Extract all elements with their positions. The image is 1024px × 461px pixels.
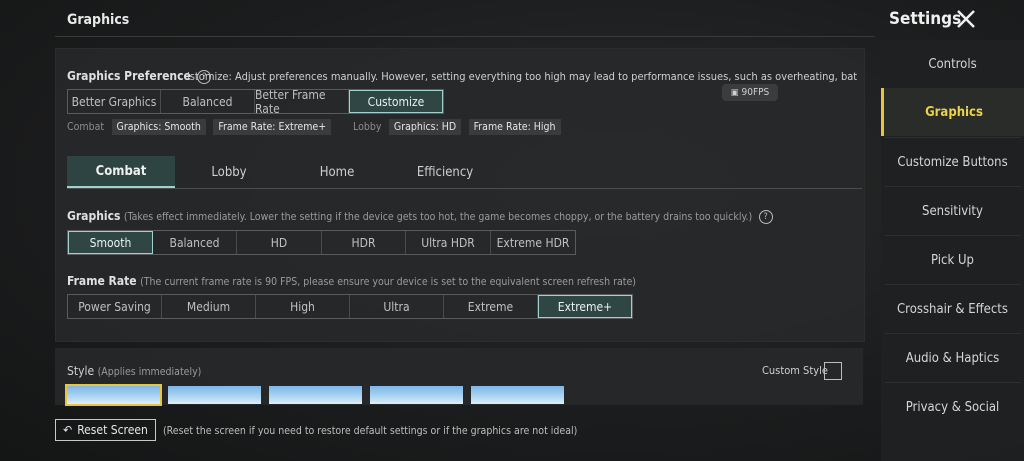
undo-icon: ↶ [63, 423, 73, 437]
graphics-option-hd[interactable]: HD [237, 231, 322, 254]
close-icon[interactable] [955, 8, 977, 30]
custom-style-checkbox[interactable] [824, 362, 842, 380]
preference-selector: Better Graphics Balanced Better Frame Ra… [67, 88, 444, 116]
sidebar-item-customize-buttons[interactable]: Customize Buttons [881, 138, 1024, 186]
frame-rate-description: (The current frame rate is 90 FPS, pleas… [140, 276, 636, 288]
sidebar-item-crosshair-effects[interactable]: Crosshair & Effects [881, 285, 1024, 333]
custom-style-label: Custom Style [762, 364, 828, 377]
graphics-option-smooth[interactable]: Smooth [68, 231, 153, 254]
sidebar-item-controls[interactable]: Controls [881, 40, 1024, 88]
tab-home[interactable]: Home [283, 156, 391, 188]
page-title: Graphics [67, 12, 130, 28]
frame-rate-option-extreme[interactable]: Extreme [444, 295, 538, 318]
preference-description: istomize: Adjust preferences manually. H… [187, 70, 857, 83]
reset-description: (Reset the screen if you need to restore… [163, 425, 578, 437]
graphics-option-extreme-hdr[interactable]: Extreme HDR [491, 231, 575, 254]
frame-rate-option-power-saving[interactable]: Power Saving [68, 295, 162, 318]
preference-label: Graphics Preference [67, 69, 191, 83]
fps-badge: ▣ 90FPS [722, 84, 779, 101]
title-divider [55, 36, 875, 37]
lobby-framerate-chip: Frame Rate: High [468, 119, 561, 135]
frame-rate-option-medium[interactable]: Medium [162, 295, 256, 318]
graphics-option-hdr[interactable]: HDR [322, 231, 406, 254]
combat-summary-label: Combat [67, 121, 105, 133]
tab-combat[interactable]: Combat [67, 156, 175, 188]
style-label: Style [67, 364, 95, 378]
settings-sidebar: Controls Graphics Customize Buttons Sens… [881, 40, 1024, 461]
reset-screen-label: Reset Screen [77, 423, 148, 437]
sidebar-item-pick-up[interactable]: Pick Up [881, 236, 1024, 284]
graphics-option-balanced[interactable]: Balanced [153, 231, 237, 254]
style-thumbnail[interactable] [471, 386, 564, 404]
frame-rate-option-extreme-plus[interactable]: Extreme+ [538, 295, 632, 318]
graphics-label-row: Graphics (Takes effect immediately. Lowe… [67, 209, 776, 224]
sidebar-item-graphics[interactable]: Graphics [881, 88, 1024, 136]
style-thumbnail[interactable] [269, 386, 362, 404]
combat-graphics-chip: Graphics: Smooth [111, 119, 206, 135]
style-thumbnail[interactable] [370, 386, 463, 404]
style-thumbnail[interactable] [168, 386, 261, 404]
combat-summary: Combat Graphics: Smooth Frame Rate: Extr… [67, 119, 332, 135]
graphics-label: Graphics [67, 209, 121, 223]
settings-title: Settings [889, 9, 962, 29]
graphics-description: (Takes effect immediately. Lower the set… [123, 211, 753, 223]
preference-option-better-graphics[interactable]: Better Graphics [68, 90, 161, 113]
frame-rate-option-high[interactable]: High [256, 295, 350, 318]
tab-efficiency[interactable]: Efficiency [391, 156, 499, 188]
sidebar-item-sensitivity[interactable]: Sensitivity [881, 187, 1024, 235]
tab-bar: Combat Lobby Home Efficiency [67, 156, 862, 189]
preference-option-customize[interactable]: Customize [349, 90, 443, 113]
lobby-summary-label: Lobby [353, 121, 382, 133]
lobby-graphics-chip: Graphics: HD [388, 119, 462, 135]
frame-rate-label-row: Frame Rate (The current frame rate is 90… [67, 274, 636, 288]
help-icon[interactable]: ? [758, 209, 773, 224]
tab-lobby[interactable]: Lobby [175, 156, 283, 188]
fps-value: 90FPS [741, 87, 770, 98]
graphics-option-ultra-hdr[interactable]: Ultra HDR [406, 231, 491, 254]
lobby-summary: Lobby Graphics: HD Frame Rate: High [353, 119, 561, 135]
fps-icon: ▣ [731, 88, 739, 98]
frame-rate-selector: Power Saving Medium High Ultra Extreme E… [67, 294, 633, 319]
graphics-quality-selector: Smooth Balanced HD HDR Ultra HDR Extreme… [67, 230, 576, 255]
combat-framerate-chip: Frame Rate: Extreme+ [213, 119, 332, 135]
preference-option-better-frame-rate[interactable]: Better Frame Rate [255, 88, 349, 116]
preference-option-balanced[interactable]: Balanced [161, 90, 255, 113]
sidebar-item-privacy-social[interactable]: Privacy & Social [881, 383, 1024, 431]
reset-screen-button[interactable]: ↶ Reset Screen [55, 419, 156, 441]
frame-rate-label: Frame Rate [67, 274, 137, 288]
style-description: (Applies immediately) [97, 366, 202, 378]
style-thumbnail[interactable] [65, 384, 162, 406]
sidebar-item-audio-haptics[interactable]: Audio & Haptics [881, 334, 1024, 382]
frame-rate-option-ultra[interactable]: Ultra [350, 295, 444, 318]
style-label-row: Style (Applies immediately) [67, 364, 201, 378]
